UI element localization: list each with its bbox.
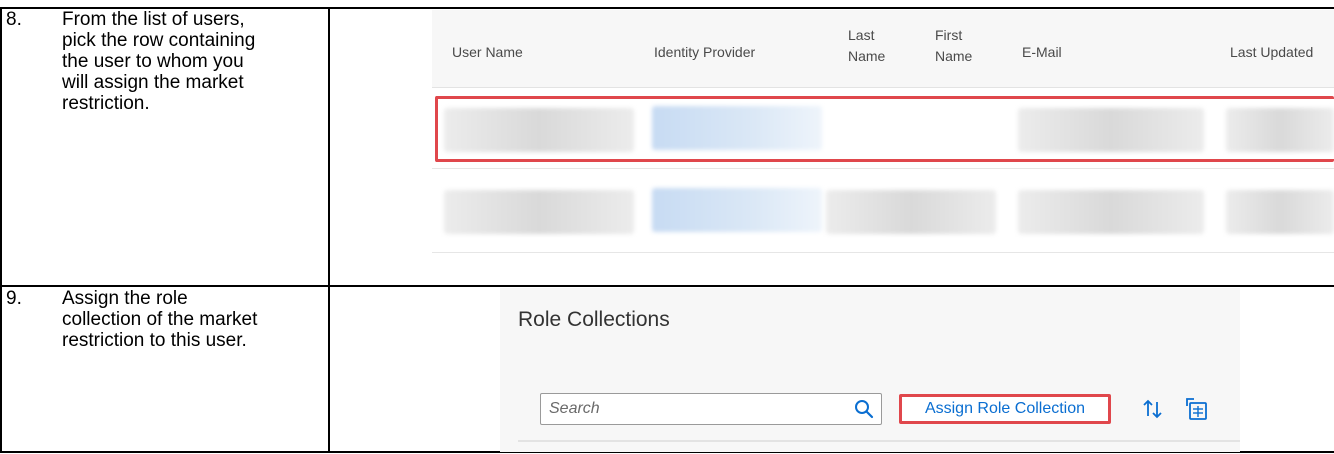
column-header-user-name[interactable]: User Name [452, 43, 523, 61]
redacted-cell [652, 188, 822, 232]
step-number: 9. [6, 288, 22, 309]
step-text-line: collection of the market [62, 309, 258, 330]
assign-role-collection-button[interactable]: Assign Role Collection [899, 394, 1111, 424]
column-header-email[interactable]: E-Mail [1022, 43, 1062, 61]
redacted-cell [1226, 190, 1334, 234]
step-text-line: From the list of users, [62, 9, 245, 30]
search-field[interactable] [540, 393, 882, 425]
table-header: User Name Identity Provider Last Name Fi… [432, 10, 1334, 88]
table-border-middle [0, 285, 1334, 287]
table-border-left [0, 7, 2, 453]
column-header-first-name[interactable]: First Name [935, 26, 972, 65]
step-number: 8. [6, 9, 22, 30]
step-text-line: pick the row containing [62, 30, 256, 51]
search-icon[interactable] [853, 398, 875, 420]
role-collections-panel: Role Collections Assign Role Collection [500, 288, 1240, 452]
panel-title: Role Collections [518, 308, 670, 331]
step-text-line: the user to whom you [62, 51, 244, 72]
redacted-cell [444, 190, 634, 234]
redacted-cell [1018, 190, 1204, 234]
row-divider [432, 252, 1334, 253]
step-text-line: Assign the role [62, 288, 188, 309]
column-header-identity-provider[interactable]: Identity Provider [654, 43, 755, 61]
redacted-cell [826, 190, 996, 234]
toolbar-divider [518, 440, 1240, 442]
step-text-line: restriction to this user. [62, 330, 247, 351]
row-divider [432, 168, 1334, 169]
search-input[interactable] [549, 398, 839, 420]
sort-icon[interactable] [1140, 396, 1166, 422]
export-icon[interactable] [1184, 396, 1210, 422]
table-column-divider [328, 7, 330, 453]
step-text-line: will assign the market [62, 72, 244, 93]
selected-row-highlight [435, 96, 1334, 162]
column-header-last-name[interactable]: Last Name [848, 26, 885, 65]
column-header-last-updated[interactable]: Last Updated [1230, 43, 1313, 61]
step-text-line: restriction. [62, 93, 150, 114]
